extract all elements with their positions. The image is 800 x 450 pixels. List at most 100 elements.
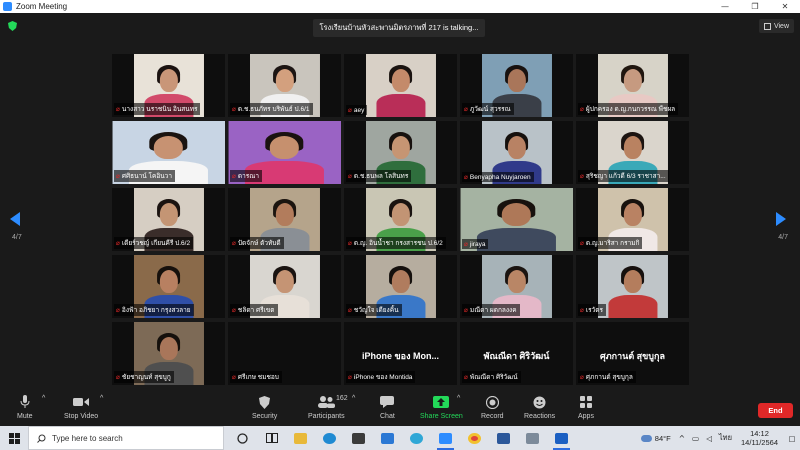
participant-tile[interactable]: ⌀ jiraya bbox=[460, 188, 573, 251]
notification-icon[interactable]: ▢ bbox=[784, 434, 800, 443]
participant-tile[interactable]: ⌀ ปัดจักษ์ ตัวทับดี bbox=[228, 188, 341, 251]
participant-tile[interactable]: ⌀ ชลิดา ศรีเขต bbox=[228, 255, 341, 318]
participant-name-tag: ⌀ ด.ญ.มาริสา กรามกิ bbox=[578, 237, 643, 249]
participant-name-tag: ⌀ พัณณีดา ศิริวัฒน์ bbox=[462, 371, 521, 383]
muted-microphone-icon: ⌀ bbox=[116, 172, 120, 180]
muted-microphone-icon: ⌀ bbox=[580, 172, 584, 180]
participant-tile[interactable]: ⌀ ผู้ปกครอง ด.ญ.กนกวรรณ พืชผล bbox=[576, 54, 689, 117]
start-button[interactable] bbox=[0, 426, 28, 450]
view-button[interactable]: View bbox=[758, 19, 794, 33]
stop-video-button[interactable]: Stop Video bbox=[64, 395, 98, 420]
participant-name-tag: ⌀ ภูวัฒน์ สุวรรณ bbox=[462, 103, 514, 115]
restore-button[interactable]: ❐ bbox=[740, 2, 770, 11]
participant-tile[interactable]: ⌀ ด.ญ. อินน้ำชา กรงสารชน ป.6/2 bbox=[344, 188, 457, 251]
participant-name-tag: ⌀ ศุภกานต์ สุขบูกุล bbox=[578, 371, 636, 383]
zoom-taskbar-icon[interactable] bbox=[431, 426, 460, 450]
participant-tile[interactable]: ⌀ ภูวัฒน์ สุวรรณ bbox=[460, 54, 573, 117]
participant-name-tag: ⌀ jiraya bbox=[462, 239, 489, 249]
participant-tile[interactable]: ⌀ ศศิธนาน์ โคอินวา bbox=[112, 121, 225, 184]
task-view-icon[interactable] bbox=[257, 426, 286, 450]
apps-label: Apps bbox=[578, 413, 594, 420]
participant-name-tag: ⌀ นางสาว นราชนิน อินสนทร bbox=[114, 103, 201, 115]
participant-name: Benyapha Nuyjaroen bbox=[469, 173, 531, 181]
video-camera-icon bbox=[73, 395, 90, 409]
participant-name: iPhone ของ Montida bbox=[353, 374, 413, 381]
network-icon[interactable]: ▭ bbox=[692, 434, 699, 443]
end-meeting-button[interactable]: End bbox=[758, 403, 793, 418]
audio-options-caret-icon[interactable]: ^ bbox=[42, 395, 45, 402]
participant-tile[interactable]: ⌀ ด.ช.ธนภัทร บริพันธ์ ป.6/1 bbox=[228, 54, 341, 117]
taskbar-search-box[interactable]: Type here to search bbox=[28, 426, 224, 450]
participant-name-tag: ⌀ Benyapha Nuyjaroen bbox=[462, 172, 534, 182]
participant-tile[interactable]: พัณณีดา ศิริวัฒน์ ⌀ พัณณีดา ศิริวัฒน์ bbox=[460, 322, 573, 385]
participant-tile[interactable]: ⌀ aey bbox=[344, 54, 457, 117]
cortana-icon[interactable] bbox=[228, 426, 257, 450]
record-icon bbox=[485, 395, 499, 409]
participant-name: มณีดา ผดกลงงค bbox=[469, 307, 517, 314]
share-options-caret-icon[interactable]: ^ bbox=[457, 395, 460, 402]
reactions-button[interactable]: Reactions bbox=[524, 395, 555, 420]
participant-name-tag: ⌀ ด.ช.ธนภัทร บริพันธ์ ป.6/1 bbox=[230, 103, 313, 115]
participants-options-caret-icon[interactable]: ^ bbox=[352, 395, 355, 402]
participant-tile[interactable]: ⌀ ชัยชาญนท์ สุขบูกู bbox=[112, 322, 225, 385]
muted-microphone-icon: ⌀ bbox=[464, 373, 468, 381]
participant-name-tag: ⌀ ศศิธนาน์ โคอินวา bbox=[114, 170, 175, 182]
chrome-icon[interactable] bbox=[460, 426, 489, 450]
volume-icon[interactable]: ◁ bbox=[706, 434, 712, 443]
participant-name: เดียร์วชญ์ เกียนคีรี ป.6/2 bbox=[121, 240, 191, 247]
apps-button[interactable]: Apps bbox=[578, 395, 594, 420]
participant-tile[interactable]: ⌀ Benyapha Nuyjaroen bbox=[460, 121, 573, 184]
mail-icon[interactable] bbox=[373, 426, 402, 450]
participant-tile[interactable]: ⌀ นางสาว นราชนิน อินสนทร bbox=[112, 54, 225, 117]
participant-tile[interactable]: ⌀ เรวัตร bbox=[576, 255, 689, 318]
video-options-caret-icon[interactable]: ^ bbox=[100, 395, 103, 402]
participant-tile[interactable]: ⌀ ศรีเกษ ชมชอบ bbox=[228, 322, 341, 385]
apps-grid-icon bbox=[579, 395, 592, 409]
participant-tile[interactable]: ⌀ อิงฟ้า อภิชยา กรุงสวลาย bbox=[112, 255, 225, 318]
record-label: Record bbox=[481, 413, 504, 420]
input-language[interactable]: ไทย bbox=[719, 432, 732, 444]
participant-tile[interactable]: ⌀ ด.ญ.มาริสา กรามกิ bbox=[576, 188, 689, 251]
temperature: 84°F bbox=[654, 433, 671, 443]
word-icon[interactable] bbox=[489, 426, 518, 450]
participant-name: jiraya bbox=[469, 240, 486, 248]
muted-microphone-icon: ⌀ bbox=[348, 172, 352, 180]
participant-tile[interactable]: ⌀ มณีดา ผดกลงงค bbox=[460, 255, 573, 318]
participants-count: 162 bbox=[336, 395, 348, 402]
participant-tile[interactable]: ⌀ สุริชญา แก้วดี 6/3 ราชาสา... bbox=[576, 121, 689, 184]
muted-microphone-icon: ⌀ bbox=[116, 105, 120, 113]
taskbar-clock[interactable]: 14:12 14/11/2564 bbox=[741, 429, 778, 447]
participant-tile[interactable]: iPhone ของ Mon... ⌀ iPhone ของ Montida bbox=[344, 322, 457, 385]
zoom-window-icon[interactable] bbox=[547, 426, 576, 450]
participant-tile[interactable]: ⌀ ดารณา bbox=[228, 121, 341, 184]
participant-tile[interactable]: ⌀ ด.ช.ธนพล โลสินทร bbox=[344, 121, 457, 184]
chat-button[interactable]: Chat bbox=[380, 395, 395, 420]
share-screen-icon bbox=[433, 395, 450, 409]
muted-microphone-icon: ⌀ bbox=[580, 306, 584, 314]
participant-name-tag: ⌀ ชลิดา ศรีเขต bbox=[230, 304, 278, 316]
show-hidden-icons-caret-icon[interactable]: ^ bbox=[679, 434, 685, 443]
encryption-shield-icon[interactable] bbox=[8, 21, 17, 31]
minimize-button[interactable]: — bbox=[710, 2, 740, 11]
participant-tile[interactable]: ศุภกานต์ สุขบูกุล ⌀ ศุภกานต์ สุขบูกุล bbox=[576, 322, 689, 385]
photos-app-icon[interactable] bbox=[518, 426, 547, 450]
participant-name-tag: ⌀ ศรีเกษ ชมชอบ bbox=[230, 371, 282, 383]
file-explorer-icon[interactable] bbox=[286, 426, 315, 450]
edge-browser-icon[interactable] bbox=[315, 426, 344, 450]
record-button[interactable]: Record bbox=[481, 395, 504, 420]
stop-video-label: Stop Video bbox=[64, 413, 99, 420]
page-indicator-left: 4/7 bbox=[12, 234, 22, 241]
browser-app-icon[interactable] bbox=[402, 426, 431, 450]
muted-microphone-icon: ⌀ bbox=[464, 105, 468, 113]
participant-tile[interactable]: ⌀ ชวัญใจ เดียงคิ้น bbox=[344, 255, 457, 318]
next-page-arrow[interactable] bbox=[776, 212, 790, 228]
search-placeholder: Type here to search bbox=[52, 433, 123, 443]
previous-page-arrow[interactable] bbox=[10, 212, 24, 228]
security-button[interactable]: Security bbox=[252, 395, 277, 420]
close-button[interactable]: ✕ bbox=[770, 2, 800, 11]
grid-view-icon bbox=[763, 22, 771, 30]
weather-widget[interactable]: 84°F bbox=[640, 433, 671, 443]
participant-tile[interactable]: ⌀ เดียร์วชญ์ เกียนคีรี ป.6/2 bbox=[112, 188, 225, 251]
microsoft-store-icon[interactable] bbox=[344, 426, 373, 450]
mute-button[interactable]: Mute bbox=[17, 395, 33, 420]
